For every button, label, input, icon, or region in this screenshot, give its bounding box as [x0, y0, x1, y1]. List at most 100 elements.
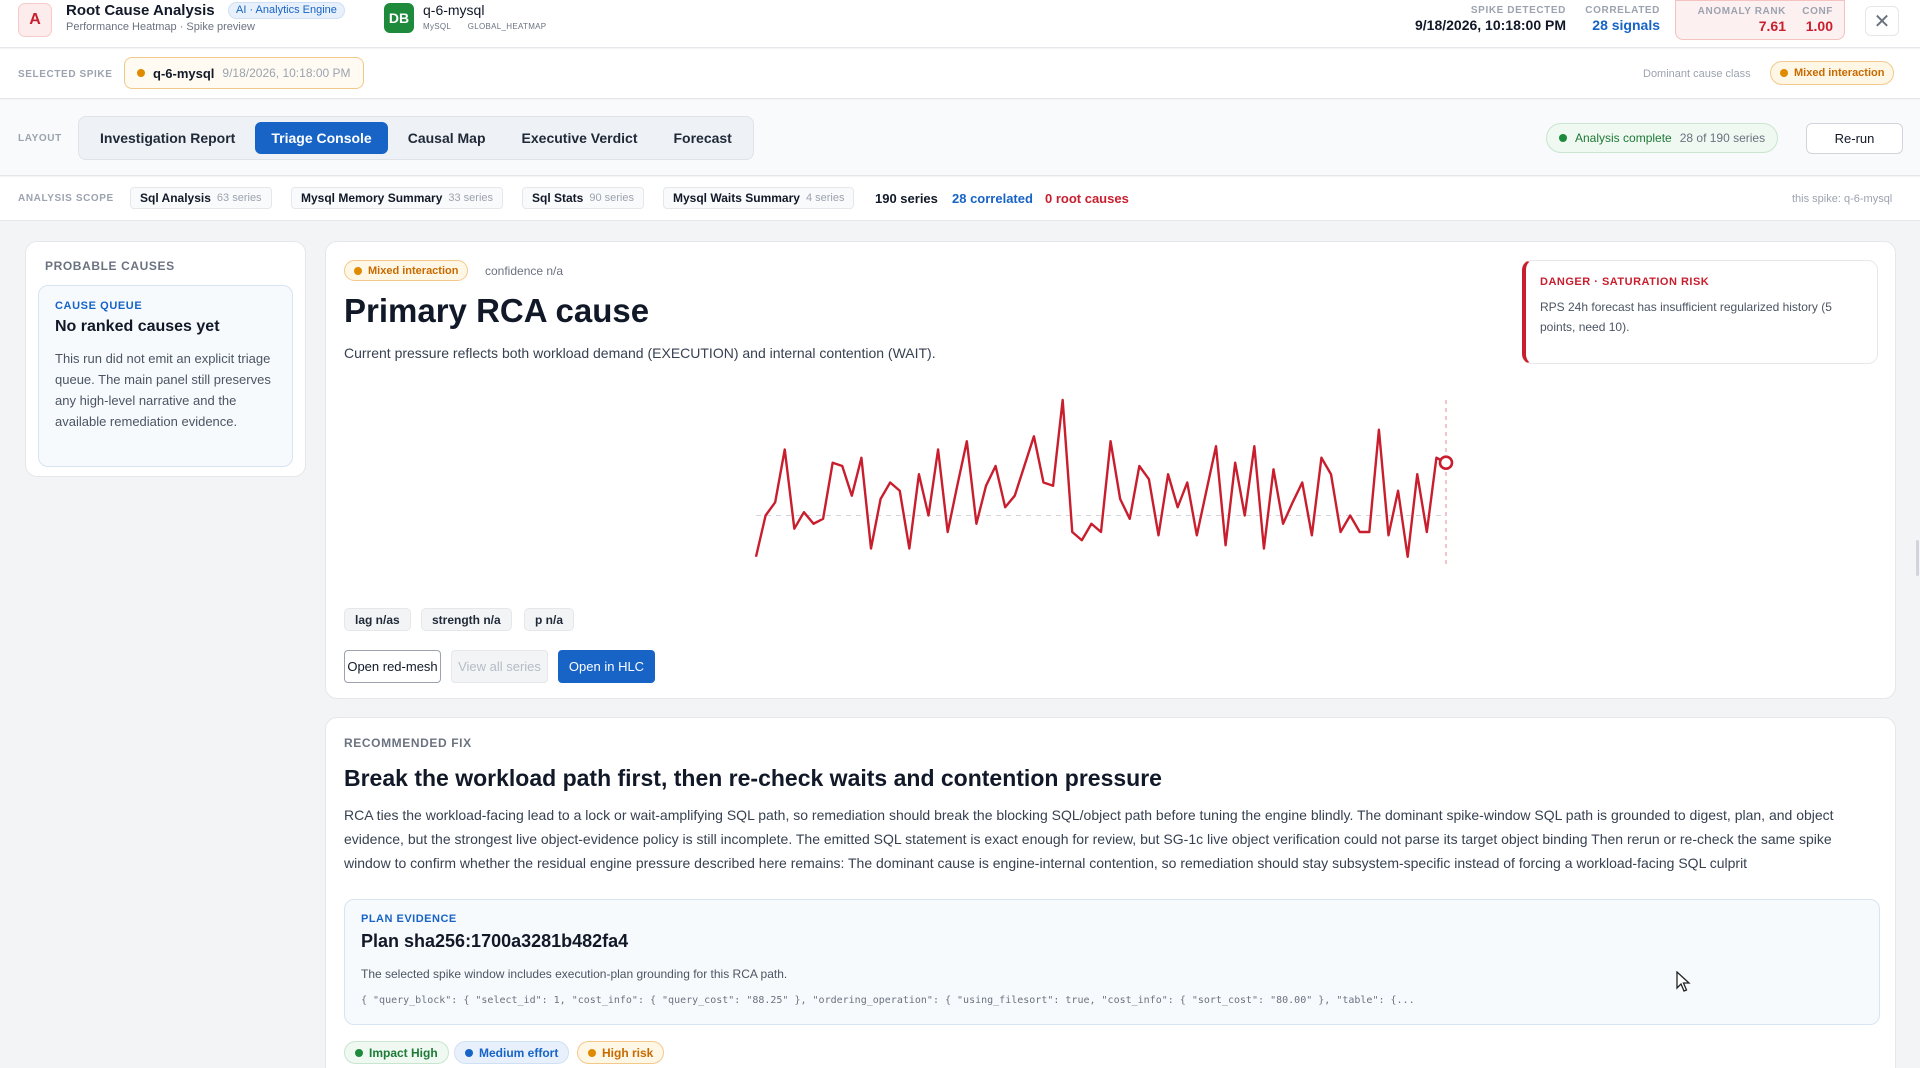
impact-text: Impact High	[369, 1045, 438, 1060]
scope-spike-note: this spike: q-6-mysql	[1792, 193, 1893, 205]
spike-status-dot	[137, 69, 145, 77]
scope-chip-count: 4 series	[805, 192, 845, 204]
analysis-scope-label: ANALYSIS SCOPE	[18, 193, 114, 204]
correlated-label: CORRELATED	[1585, 5, 1660, 16]
confidence-text: confidence n/a	[485, 264, 564, 278]
scope-chip-mysql-memory-summary[interactable]: Mysql Memory Summary 33 series	[291, 187, 504, 209]
dominant-cause-badge: Mixed interaction	[1770, 61, 1895, 85]
recommended-fix-card: RECOMMENDED FIX Break the workload path …	[325, 717, 1896, 1068]
scrollbar-thumb[interactable]	[1916, 540, 1919, 576]
p-value-metric-chip: p n/a	[524, 608, 575, 631]
engine-badge: AI · Analytics Engine	[228, 2, 345, 19]
analysis-status-text: Analysis complete	[1575, 131, 1672, 145]
anomaly-rank-label: ANOMALY RANK	[1697, 6, 1786, 17]
probable-causes-panel: PROBABLE CAUSES CAUSE QUEUE No ranked ca…	[25, 241, 306, 477]
effort-dot	[465, 1048, 473, 1057]
selected-spike-chip[interactable]: q-6-mysql 9/18/2026, 10:18:00 PM	[124, 57, 364, 89]
view-all-series-button[interactable]: View all series	[451, 650, 548, 683]
total-series-count: 190 series	[875, 191, 938, 206]
scope-chip-sql-analysis[interactable]: Sql Analysis 63 series	[130, 187, 272, 209]
root-causes-count: 0 root causes	[1045, 191, 1129, 206]
close-icon: ✕	[1873, 10, 1891, 33]
cause-class-text: Mixed interaction	[368, 264, 459, 277]
impact-dot	[355, 1048, 363, 1057]
spike-point[interactable]	[1438, 455, 1454, 470]
dominant-cause-value: Mixed interaction	[1794, 67, 1885, 79]
anomaly-rank-value: 7.61	[1758, 18, 1786, 34]
primary-cause-title: Primary RCA cause	[344, 292, 650, 329]
plan-evidence-description: The selected spike window includes execu…	[361, 967, 788, 981]
recommended-fix-label: RECOMMENDED FIX	[344, 736, 472, 750]
recommended-fix-title: Break the workload path first, then re-c…	[344, 765, 1162, 791]
layout-bar: LAYOUT Investigation Report Triage Conso…	[0, 100, 1920, 176]
layout-label: LAYOUT	[18, 133, 62, 144]
scope-chip-count: 33 series	[448, 192, 494, 204]
scope-chip-mysql-waits-summary[interactable]: Mysql Waits Summary 4 series	[663, 187, 855, 209]
scope-chip-count: 90 series	[589, 192, 634, 204]
spike-sparkline-chart	[754, 398, 1454, 565]
scope-chip-name: Sql Analysis	[140, 191, 211, 205]
open-in-hlc-button[interactable]: Open in HLC	[558, 650, 655, 683]
close-button[interactable]: ✕	[1865, 6, 1899, 36]
top-header: A Root Cause Analysis AI · Analytics Eng…	[0, 0, 1920, 48]
spike-detected-label: SPIKE DETECTED	[1470, 5, 1566, 16]
primary-cause-card: Mixed interaction confidence n/a Primary…	[325, 241, 1896, 699]
probable-causes-title: PROBABLE CAUSES	[45, 259, 175, 273]
conf-value: 1.00	[1805, 18, 1833, 34]
scope-chip-sql-stats[interactable]: Sql Stats 90 series	[522, 187, 644, 209]
risk-tag: High risk	[577, 1041, 665, 1064]
spike-detected-value: 9/18/2026, 10:18:00 PM	[1415, 17, 1566, 33]
scope-chip-count: 63 series	[216, 192, 262, 204]
saturation-risk-title: DANGER · SATURATION RISK	[1540, 276, 1710, 288]
tab-causal-map[interactable]: Causal Map	[392, 122, 502, 154]
database-icon: DB	[384, 3, 414, 33]
scope-chip-name: Mysql Memory Summary	[301, 191, 443, 205]
strength-metric-chip: strength n/a	[421, 608, 512, 631]
tab-executive-verdict[interactable]: Executive Verdict	[506, 122, 654, 154]
selected-spike-bar: SELECTED SPIKE q-6-mysql 9/18/2026, 10:1…	[0, 49, 1920, 99]
saturation-risk-body: RPS 24h forecast has insufficient regula…	[1540, 300, 1832, 334]
app-logo: A	[18, 3, 52, 37]
mouse-cursor-icon	[1676, 971, 1691, 992]
anomaly-summary: ANOMALY RANK 7.61 CONF 1.00	[1675, 0, 1845, 40]
cause-class-badge: Mixed interaction	[344, 260, 469, 281]
correlated-value: 28 signals	[1592, 17, 1660, 33]
impact-tag: Impact High	[344, 1041, 449, 1064]
tab-forecast[interactable]: Forecast	[657, 122, 747, 154]
plan-evidence-card: PLAN EVIDENCE Plan sha256:1700a3281b482f…	[344, 899, 1880, 1025]
dominant-cause-label: Dominant cause class	[1643, 68, 1751, 80]
app-title: Root Cause Analysis	[66, 2, 215, 19]
open-red-mesh-button[interactable]: Open red-mesh	[344, 650, 441, 683]
tab-triage-console[interactable]: Triage Console	[255, 122, 388, 154]
spike-timestamp: 9/18/2026, 10:18:00 PM	[222, 66, 351, 80]
database-name: q-6-mysql	[423, 2, 485, 18]
cause-queue-label: CAUSE QUEUE	[55, 300, 143, 312]
lag-metric-chip: lag n/as	[344, 608, 411, 631]
primary-cause-description: Current pressure reflects both workload …	[344, 345, 936, 361]
selected-spike-label: SELECTED SPIKE	[18, 69, 113, 80]
plan-evidence-title: Plan sha256:1700a3281b482fa4	[361, 931, 629, 951]
rerun-button[interactable]: Re-run	[1806, 123, 1903, 154]
saturation-risk-alert: DANGER · SATURATION RISK RPS 24h forecas…	[1522, 260, 1878, 364]
cause-queue-body: This run did not emit an explicit triage…	[55, 351, 271, 429]
database-engine: MySQL	[423, 22, 452, 31]
scope-chip-name: Sql Stats	[532, 191, 584, 205]
plan-evidence-label: PLAN EVIDENCE	[361, 913, 457, 925]
risk-text: High risk	[602, 1045, 654, 1060]
analysis-status-badge: Analysis complete 28 of 190 series	[1546, 123, 1779, 153]
effort-tag: Medium effort	[454, 1041, 570, 1064]
dominant-cause-dot	[1780, 69, 1788, 77]
status-dot	[1559, 134, 1567, 142]
tab-investigation-report[interactable]: Investigation Report	[84, 122, 251, 154]
cause-class-dot	[354, 266, 362, 275]
cause-queue-title: No ranked causes yet	[55, 318, 220, 335]
analysis-scope-bar: ANALYSIS SCOPE Sql Analysis 63 series My…	[0, 177, 1920, 221]
app-subtitle: Performance Heatmap · Spike preview	[66, 21, 255, 33]
correlated-count: 28 correlated	[952, 191, 1033, 206]
layout-tabs: Investigation Report Triage Console Caus…	[78, 116, 754, 160]
recommended-fix-body: RCA ties the workload-facing lead to a l…	[344, 807, 1834, 871]
cause-queue-card: CAUSE QUEUE No ranked causes yet This ru…	[38, 285, 293, 467]
database-scope: GLOBAL_HEATMAP	[467, 22, 547, 31]
effort-text: Medium effort	[479, 1045, 559, 1060]
plan-evidence-json: { "query_block": { "select_id": 1, "cost…	[361, 995, 1415, 1006]
